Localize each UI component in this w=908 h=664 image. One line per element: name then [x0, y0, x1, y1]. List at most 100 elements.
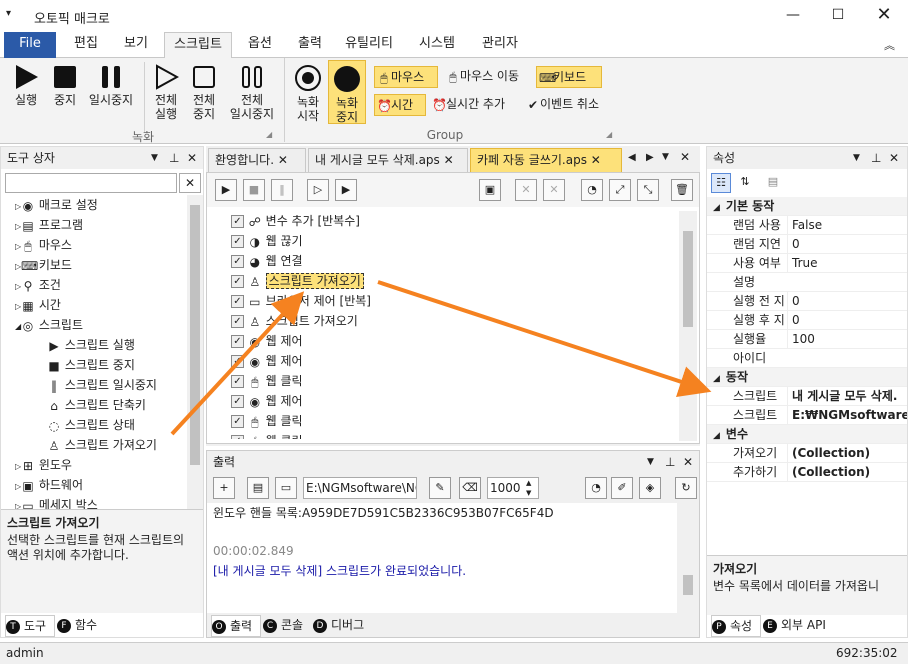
script-line[interactable]: ✓ ♙ 스크립트 가져오기 [231, 311, 671, 331]
dialog-launcher-icon[interactable]: ◢ [266, 130, 272, 139]
tree-sub-item[interactable]: ⌂ 스크립트 단축키 [1, 395, 187, 415]
timer-button[interactable]: ◔ [581, 179, 603, 201]
tab-output-log[interactable]: O 출력 [211, 615, 261, 637]
pin-icon[interactable]: ⊥ [665, 451, 675, 473]
tree-item[interactable]: ▷▤ 프로그램 [1, 215, 187, 235]
doc-tab-cafe-auto[interactable]: 카페 자동 글쓰기.aps ✕ [470, 148, 622, 172]
toolbox-search-input[interactable] [5, 173, 177, 193]
tab-prev-icon[interactable]: ◀ [628, 152, 636, 163]
expand-button[interactable]: ⤢ [609, 179, 631, 201]
property-row[interactable]: 가져오기 (Collection) [707, 444, 907, 463]
image-button[interactable]: ▣ [479, 179, 501, 201]
step-button[interactable]: ▷ [307, 179, 329, 201]
collapse-ribbon-icon[interactable]: ︽ [884, 37, 895, 53]
delete-button[interactable]: 🗑 [671, 179, 693, 201]
property-row[interactable]: 설명 [707, 273, 907, 292]
property-pages-button[interactable]: ▤ [763, 173, 783, 193]
refresh-button[interactable]: ↻ [675, 477, 697, 499]
tab-external-api[interactable]: E 외부 API [763, 615, 837, 637]
categorized-view-button[interactable]: ☷ [711, 173, 731, 193]
output-scrollbar[interactable] [679, 503, 697, 613]
clear-search-button[interactable]: ✕ [179, 173, 201, 193]
tab-debug[interactable]: D 디버그 [313, 615, 377, 637]
tab-options[interactable]: 옵션 [238, 32, 282, 58]
all-stop-button[interactable]: 전체 중지 [186, 64, 222, 121]
realtime-add-toggle[interactable]: ⏰실시간 추가 [430, 94, 522, 116]
sort-az-button[interactable]: ⇅ [735, 173, 755, 193]
property-row[interactable]: 실행 전 지0 [707, 292, 907, 311]
script-line[interactable]: ✓ ◉ 웹 제어 [231, 351, 671, 371]
property-row[interactable]: 스크립트 내 게시글 모두 삭제. [707, 387, 907, 406]
tab-console[interactable]: C 콘솔 [263, 615, 313, 637]
property-row[interactable]: 실행 후 지0 [707, 311, 907, 330]
keyboard-toggle[interactable]: ⌨키보드 [536, 66, 602, 88]
property-row[interactable]: 스크립트E:₩NGMsoftware₩I [707, 406, 907, 425]
enabled-checkbox[interactable]: ✓ [231, 235, 244, 248]
tab-script[interactable]: 스크립트 [164, 32, 232, 58]
tree-item[interactable]: ▷ ⊞ 윈도우 [1, 455, 187, 475]
script-line[interactable]: ✓ ◉ 웹 제어 [231, 331, 671, 351]
enabled-checkbox[interactable]: ✓ [231, 255, 244, 268]
event-cancel-toggle[interactable]: ✔ 이벤트 취소 [524, 94, 616, 116]
close-button[interactable]: ✕ [861, 0, 907, 32]
close-icon[interactable]: ✕ [187, 147, 197, 169]
script-line[interactable]: ✓ ▭ 브라우저 제어 [반복] [231, 291, 671, 311]
minimize-button[interactable]: — [770, 0, 816, 32]
tab-functions[interactable]: F 함수 [57, 615, 107, 637]
tab-output[interactable]: 출력 [288, 32, 332, 58]
menu-icon[interactable]: ▾ [6, 8, 11, 19]
doc-tab-delete-posts[interactable]: 내 게시글 모두 삭제.aps ✕ [308, 148, 468, 172]
close-icon[interactable]: ✕ [683, 451, 693, 473]
tree-sub-item[interactable]: ■ 스크립트 중지 [1, 355, 187, 375]
property-row[interactable]: 실행율 100 [707, 330, 907, 349]
line-count-stepper[interactable]: 1000 ▲ ▼ [487, 477, 539, 499]
maximize-button[interactable]: ☐ [815, 0, 861, 32]
category-action[interactable]: ◢ 동작 [707, 368, 907, 387]
pause-script-button[interactable]: ‖ [271, 179, 293, 201]
tab-utility[interactable]: 유틸리티 [338, 32, 400, 58]
all-run-button[interactable]: 전체 실행 [148, 64, 184, 121]
close-icon[interactable]: ✕ [680, 150, 690, 164]
record-start-button[interactable]: 녹화 시작 [290, 64, 326, 123]
pin-icon[interactable]: ⊥ [871, 147, 881, 169]
tree-item[interactable]: ▷▦ 시간 [1, 295, 187, 315]
tree-item[interactable]: ▷ ◉ 매크로 설정 [1, 195, 187, 215]
property-row[interactable]: 추가하기 (Collection) [707, 463, 907, 482]
run-script-button[interactable]: ▶ [215, 179, 237, 201]
new-file-button[interactable]: + [213, 477, 235, 499]
tab-tools[interactable]: T 도구 [5, 615, 55, 637]
timer-button[interactable]: ◔ [585, 477, 607, 499]
category-basic[interactable]: ◢ 기본 동작 [707, 197, 907, 216]
fill-button[interactable]: ◈ [639, 477, 661, 499]
collapse-button[interactable]: ⤡ [637, 179, 659, 201]
tree-item[interactable]: ◢ ◎ 스크립트 [1, 315, 187, 335]
tree-item[interactable]: ▷▭ 메세지 박스 [1, 495, 187, 509]
doc-tab-welcome[interactable]: 환영합니다. ✕ [208, 148, 306, 172]
enabled-checkbox[interactable]: ✓ [231, 415, 244, 428]
mouse-toggle[interactable]: 🖱 마우스 [374, 66, 438, 88]
property-row[interactable]: 사용 여부 True [707, 254, 907, 273]
tab-next-icon[interactable]: ▶ [646, 152, 654, 163]
tab-system[interactable]: 시스템 [408, 32, 466, 58]
tree-item[interactable]: ▷ ⚲ 조건 [1, 275, 187, 295]
tree-sub-item[interactable]: ▶ 스크립트 실행 [1, 335, 187, 355]
pause-button[interactable]: 일시중지 [86, 64, 136, 107]
enabled-checkbox[interactable]: ✓ [231, 435, 244, 439]
dropdown-icon[interactable]: ▼ [647, 451, 654, 473]
script-line[interactable]: ✓ ◉ 웹 제어 [231, 391, 671, 411]
tab-admin[interactable]: 관리자 [472, 32, 528, 58]
disable-button[interactable]: ✕ [515, 179, 537, 201]
tree-sub-item[interactable]: ◌ 스크립트 상태 [1, 415, 187, 435]
category-variables[interactable]: ◢ 변수 [707, 425, 907, 444]
enabled-checkbox[interactable]: ✓ [231, 295, 244, 308]
folder-button[interactable]: ▭ [275, 477, 297, 499]
toolbox-scrollbar[interactable] [187, 195, 203, 509]
enabled-checkbox[interactable]: ✓ [231, 335, 244, 348]
tab-file[interactable]: File [4, 32, 56, 58]
enabled-checkbox[interactable]: ✓ [231, 395, 244, 408]
output-path-field[interactable]: E:\NGMsoftware\NG [303, 477, 417, 499]
run-button[interactable]: 실행 [8, 64, 44, 107]
disable-all-button[interactable]: ✕ [543, 179, 565, 201]
tree-item[interactable]: ▷⌨ 키보드 [1, 255, 187, 275]
clean-button[interactable]: ✎ [429, 477, 451, 499]
